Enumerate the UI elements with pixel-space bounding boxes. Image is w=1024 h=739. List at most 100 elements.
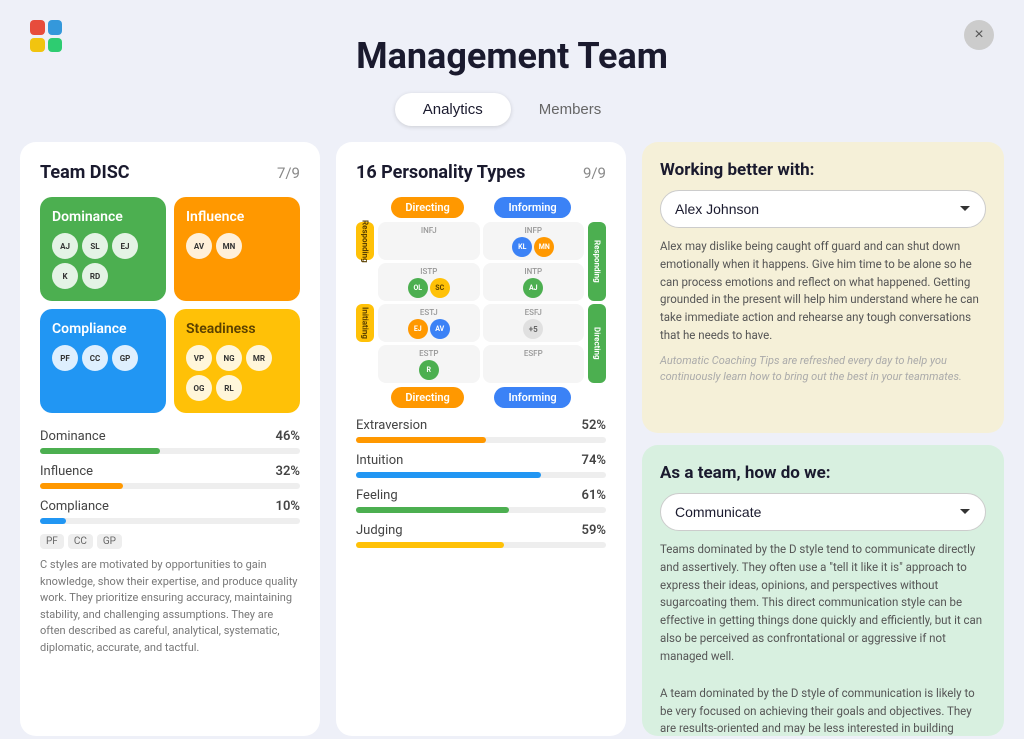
influence-stat: Influence 32% — [40, 464, 300, 489]
disc-card-header: Team DISC 7/9 — [40, 162, 300, 183]
avatar-MN-mbti: MN — [534, 237, 554, 257]
mbti-cell-ESTJ: ESTJ EJ AV — [378, 304, 480, 342]
feeling-stat: Feeling 61% — [356, 488, 606, 513]
disc-card-title: Team DISC — [40, 162, 130, 183]
disc-influence-cell: Influence AV MN — [174, 197, 300, 301]
avatar-OG: OG — [186, 375, 212, 401]
disc-description: C styles are motivated by opportunities … — [40, 557, 300, 656]
disc-influence-avatars: AV MN — [186, 233, 288, 259]
personality-stats: Extraversion 52% Intuition 74% Feeling — [356, 418, 606, 548]
compliance-stat: Compliance 10% — [40, 499, 300, 524]
page-title: Management Team — [356, 20, 668, 77]
responding-right-label: Responding — [588, 222, 606, 301]
personality-card-header: 16 Personality Types 9/9 — [356, 162, 606, 183]
as-team-description2: A team dominated by the D style of commu… — [660, 685, 986, 736]
initiating-label: Initiating — [356, 304, 374, 342]
app-logo — [30, 20, 62, 52]
main-content: Team DISC 7/9 Dominance AJ SL EJ K RD — [0, 142, 1024, 736]
avatar-GP: GP — [112, 345, 138, 371]
mbti-grid-wrapper: Responding Initiating INFJ INFP KL — [356, 222, 606, 383]
avatar-SC: SC — [430, 278, 450, 298]
disc-compliance-label: Compliance — [52, 321, 154, 337]
close-button[interactable]: × — [964, 20, 994, 50]
avatar-MN: MN — [216, 233, 242, 259]
responding-label: Responding — [356, 222, 374, 260]
disc-steadiness-cell: Steadiness VP NG MR OG RL — [174, 309, 300, 413]
tab-analytics[interactable]: Analytics — [395, 93, 511, 126]
disc-steadiness-avatars: VP NG MR OG RL — [186, 345, 288, 401]
informing-top-label: Informing — [494, 197, 570, 218]
avatar-KL: KL — [512, 237, 532, 257]
extraversion-stat: Extraversion 52% — [356, 418, 606, 443]
disc-dominance-label: Dominance — [52, 209, 154, 225]
disc-dominance-cell: Dominance AJ SL EJ K RD — [40, 197, 166, 301]
person-select[interactable]: Alex Johnson — [660, 190, 986, 228]
judging-stat: Judging 59% — [356, 523, 606, 548]
disc-influence-label: Influence — [186, 209, 288, 225]
mbti-cells: INFJ INFP KL MN ISTP OL S — [378, 222, 584, 383]
personality-card-count: 9/9 — [583, 164, 606, 182]
mbti-cell-ESFP: ESFP — [483, 345, 585, 383]
badge-CC: CC — [68, 534, 93, 549]
avatar-MR: MR — [246, 345, 272, 371]
compliance-badges: PF CC GP — [40, 534, 300, 549]
tab-members[interactable]: Members — [511, 93, 630, 126]
working-better-title: Working better with: — [660, 160, 986, 180]
avatar-EJ-mbti: EJ — [408, 319, 428, 339]
mbti-cell-ISTP: ISTP OL SC — [378, 263, 480, 301]
directing-bottom-label: Directing — [391, 387, 464, 408]
avatar-AJ-mbti: AJ — [523, 278, 543, 298]
team-action-select[interactable]: Communicate — [660, 493, 986, 531]
mbti-cell-INFJ: INFJ — [378, 222, 480, 260]
directing-right-label: Directing — [588, 304, 606, 383]
avatar-RD: RD — [82, 263, 108, 289]
avatar-AV-mbti: AV — [430, 319, 450, 339]
directing-top-label: Directing — [391, 197, 464, 218]
working-better-description: Alex may dislike being caught off guard … — [660, 238, 986, 345]
avatar-plus5: +5 — [523, 319, 543, 339]
mbti-cell-ESTP: ESTP R — [378, 345, 480, 383]
as-team-title: As a team, how do we: — [660, 463, 986, 483]
intuition-stat: Intuition 74% — [356, 453, 606, 478]
dominance-stat: Dominance 46% — [40, 429, 300, 454]
avatar-PF: PF — [52, 345, 78, 371]
avatar-VP: VP — [186, 345, 212, 371]
avatar-RL: RL — [216, 375, 242, 401]
logo-dot-red — [30, 20, 45, 35]
as-team-card: As a team, how do we: Communicate Teams … — [642, 445, 1004, 736]
avatar-EJ: EJ — [112, 233, 138, 259]
badge-GP: GP — [97, 534, 122, 549]
tabs-bar: Analytics Members — [0, 93, 1024, 126]
personality-card-title: 16 Personality Types — [356, 162, 525, 183]
mbti-cell-INTP-AJ: INTP AJ — [483, 263, 585, 301]
avatar-CC: CC — [82, 345, 108, 371]
mbti-bottom-labels: Directing Informing — [356, 387, 606, 408]
mbti-cell-ESFJ: ESFJ +5 — [483, 304, 585, 342]
empty-label — [356, 263, 374, 301]
logo-dot-yellow — [30, 38, 45, 53]
empty-label2 — [356, 345, 374, 383]
mbti-cell-INFP: INFP KL MN — [483, 222, 585, 260]
right-panel: Working better with: Alex Johnson Alex m… — [642, 142, 1004, 736]
avatar-AJ: AJ — [52, 233, 78, 259]
disc-dominance-avatars: AJ SL EJ K RD — [52, 233, 154, 289]
avatar-K: K — [52, 263, 78, 289]
mbti-right-labels: Responding Directing — [588, 222, 606, 383]
logo-dot-blue — [48, 20, 63, 35]
disc-card: Team DISC 7/9 Dominance AJ SL EJ K RD — [20, 142, 320, 736]
mbti-top-labels: Directing Informing — [356, 197, 606, 218]
avatar-AV: AV — [186, 233, 212, 259]
avatar-R: R — [419, 360, 439, 380]
avatar-SL: SL — [82, 233, 108, 259]
avatar-OL: OL — [408, 278, 428, 298]
personality-card: 16 Personality Types 9/9 Directing Infor… — [336, 142, 626, 736]
avatar-NG: NG — [216, 345, 242, 371]
disc-quadrant-grid: Dominance AJ SL EJ K RD Influence AV MN — [40, 197, 300, 413]
working-better-card: Working better with: Alex Johnson Alex m… — [642, 142, 1004, 433]
disc-steadiness-label: Steadiness — [186, 321, 288, 337]
badge-PF: PF — [40, 534, 64, 549]
coaching-tip-text: Automatic Coaching Tips are refreshed ev… — [660, 353, 986, 386]
mbti-left-labels: Responding Initiating — [356, 222, 374, 383]
logo-dot-green — [48, 38, 63, 53]
disc-card-count: 7/9 — [277, 164, 300, 182]
